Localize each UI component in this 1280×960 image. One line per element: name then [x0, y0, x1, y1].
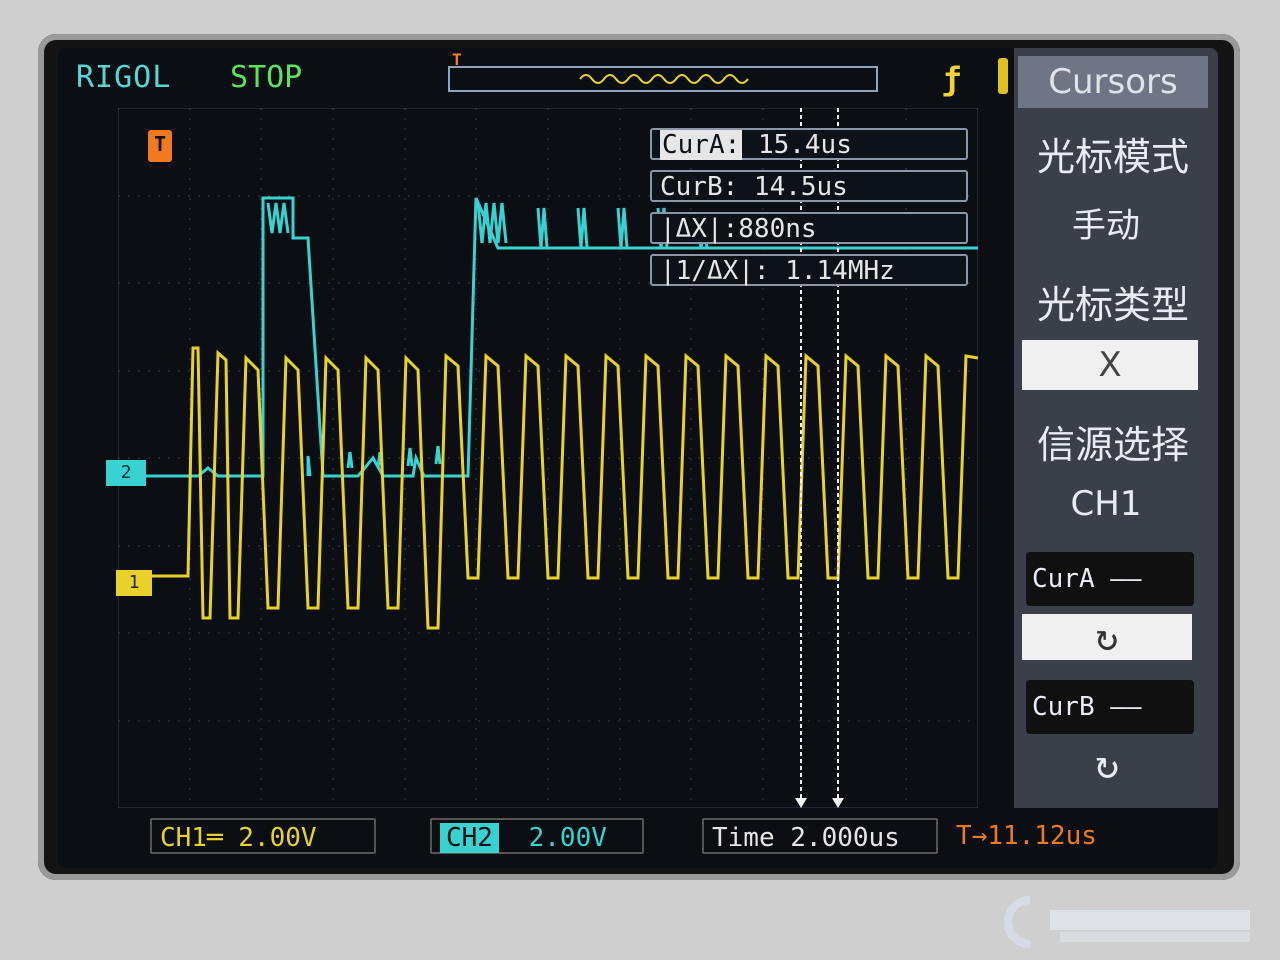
source-select-value[interactable]: CH1 [1018, 484, 1194, 524]
trigger-offset[interactable]: T→11.12us [948, 818, 1138, 854]
delta-x-readout: |ΔX|:880ns [650, 212, 968, 244]
menu-title: Cursors [1018, 56, 1208, 108]
cursor-mode-value[interactable]: 手动 [1018, 198, 1194, 247]
cursor-type-value[interactable]: X [1022, 340, 1198, 390]
watermark-icon [1004, 896, 1250, 948]
trigger-edge-icon: ƒ [942, 60, 962, 98]
cur-a-knob-icon[interactable]: ↻ [1022, 614, 1192, 660]
inverse-delta-x-readout: |1/ΔX|: 1.14MHz [650, 254, 968, 286]
watermark-logo [990, 880, 1280, 960]
cursor-type-label[interactable]: 光标类型 [1018, 274, 1208, 329]
cursor-menu: Cursors 光标模式 手动 光标类型 X 信源选择 CH1 CurA —— … [1014, 48, 1218, 808]
trigger-level-indicator [998, 58, 1008, 94]
cursor-handles [795, 798, 844, 808]
ch2-scale-box[interactable]: CH2 2.00V [430, 818, 644, 854]
trigger-marker: T [148, 130, 172, 162]
status-bar: RIGOL STOP T ƒ [58, 48, 1018, 108]
ch2-label: CH2 [440, 823, 499, 853]
ch1-scale[interactable]: CH1═ 2.00V [150, 818, 376, 854]
memory-waveform-preview [579, 74, 749, 84]
cur-a-button[interactable]: CurA —— [1026, 552, 1194, 606]
time-base[interactable]: Time 2.000us [702, 818, 938, 854]
cur-b-readout: CurB: 14.5us [650, 170, 968, 202]
cur-b-knob-icon[interactable]: ↻ [1022, 740, 1192, 790]
cur-a-readout: CurA: 15.4us [650, 128, 968, 160]
brand-logo: RIGOL [76, 60, 172, 95]
cursor-mode-label[interactable]: 光标模式 [1018, 126, 1208, 181]
ch1-marker[interactable]: 1 [116, 570, 152, 596]
scale-bar: CH1═ 2.00V CH2 2.00V Time 2.000us T→11.1… [58, 808, 1218, 868]
run-state[interactable]: STOP [230, 60, 302, 95]
ch2-marker[interactable]: 2 [106, 460, 146, 486]
memory-trigger-marker: T [452, 50, 462, 69]
memory-depth-bar: T [448, 50, 878, 92]
oscilloscope-screen: RIGOL STOP T ƒ T 2 1 CurA: 15.4us CurB: … [58, 48, 1218, 868]
ch2-scale: 2.00V [528, 823, 607, 853]
cur-b-button[interactable]: CurB —— [1026, 680, 1194, 734]
cur-a-value: 15.4us [757, 130, 852, 160]
cur-a-label: CurA: [660, 130, 743, 160]
source-select-label[interactable]: 信源选择 [1018, 414, 1208, 469]
